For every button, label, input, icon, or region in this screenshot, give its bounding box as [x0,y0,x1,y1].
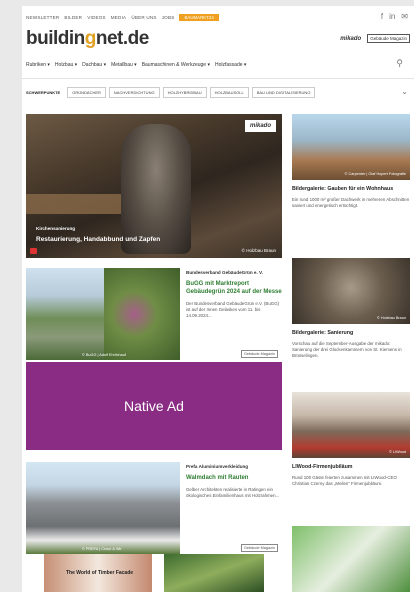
logo-g: g [84,28,97,49]
topbar-link-media[interactable]: MEDIA [111,15,127,20]
topbar-link-ueber-uns[interactable]: ÜBER UNS [131,15,156,20]
nav-divider [22,78,414,79]
article-text-block: Bundesverband GebäudeGrün e. V. BuGG mit… [186,270,282,319]
main-nav: Rubriken ▾ Holzbau ▾ Dachbau ▾ Metallbau… [26,58,410,70]
article-image [26,268,180,360]
article-kicker: Bundesverband GebäudeGrün e. V. [186,270,263,275]
card-title[interactable]: Bildergalerie: Gauben für ein Wohnhaus [292,186,410,193]
native-ad[interactable]: Native Ad [26,362,282,450]
article-credit: © PREFA | Croce & Wir [82,547,122,551]
bottom-teasers: The World of Timber Facade [26,554,282,592]
card-image [292,258,410,324]
mikado-logo[interactable]: mikado [340,36,361,42]
topbar-link-bilder[interactable]: BILDER [64,15,82,20]
card-credit: © Holzbau Braun [377,316,406,320]
card-credit: © LIWood [389,450,406,454]
nav-item-holzbau[interactable]: Holzbau ▾ [55,62,77,68]
pill-label: SCHWERPUNKTE [26,89,61,95]
card-text: Vorschau auf die September-Ausgabe der m… [292,341,402,358]
social-links: f in ✉ [381,12,408,21]
camera-icon [30,248,37,254]
article-title[interactable]: Walmdach mit Rauten [186,474,282,482]
native-ad-label: Native Ad [124,398,184,414]
card-text: Rund 100 Gäste feierten zusammen mit LIW… [292,475,397,486]
gebaeude-magazin-logo: Gebäude Magazin [240,350,278,358]
pill-holzhybridbau[interactable]: HOLZHYBRIDBAU [162,86,207,98]
utility-bar: NEWSLETTER BILDER VIDEOS MEDIA ÜBER UNS … [26,12,410,22]
nav-item-dachbau[interactable]: Dachbau ▾ [82,62,106,68]
hero-image-person [121,124,191,254]
card-title[interactable]: LIWood-Firmenjubiläum [292,464,410,471]
right-card-sanierung[interactable]: © Holzbau Braun Bildergalerie: Sanierung… [292,258,410,359]
hero-article[interactable]: mikado Kirchensanierung Restaurierung, H… [26,114,282,258]
nav-item-holzfassade[interactable]: Holzfassade ▾ [215,62,246,68]
pill-holzbausoll[interactable]: HOLZBAUSOLL [209,86,249,98]
article-image [26,462,180,554]
logo-part1: buildin [26,28,85,49]
topbar-link-jobs[interactable]: JOBS [162,15,175,20]
article-credit: © BuGG | Adolf Ehrlichauf [82,353,126,357]
card-credit: © Carpenter | Olaf Hopert Fotografie [344,172,406,176]
topbar-link-videos[interactable]: VIDEOS [87,15,106,20]
article-text-block: Prefa Aluminiumverkleidung Walmdach mit … [186,464,282,499]
nav-item-baumaschinen[interactable]: Baumaschinen & Werkzeuge ▾ [142,62,210,68]
mail-icon[interactable]: ✉ [401,12,408,21]
baumarkt-badge[interactable]: BAUMARKT24 [179,13,219,21]
pill-gruendaecher[interactable]: GRÜNDÄCHER [67,86,106,98]
topic-pills: SCHWERPUNKTE GRÜNDÄCHER NACHVERDICHTUNG … [26,86,410,98]
hero-title[interactable]: Restaurierung, Handabbund und Zapfen [36,236,160,243]
facebook-icon[interactable]: f [381,12,383,21]
article-bugg[interactable]: © BuGG | Adolf Ehrlichauf Bundesverband … [26,268,282,360]
hero-credit: © Holzbau Braun [241,248,276,253]
linkedin-icon[interactable]: in [389,12,395,21]
article-kicker: Prefa Aluminiumverkleidung [186,464,249,469]
nav-item-rubriken[interactable]: Rubriken ▾ [26,62,50,68]
card-image [292,526,410,592]
timber-facade-teaser[interactable]: The World of Timber Facade [44,554,152,592]
article-prefa[interactable]: © PREFA | Croce & Wir Prefa Aluminiumver… [26,462,282,554]
article-teaser: Gelber Architekten realisierte in Rating… [186,487,280,498]
card-title[interactable]: Bildergalerie: Sanierung [292,330,410,337]
chevron-down-icon[interactable]: ⌄ [401,87,408,96]
nav-item-metallbau[interactable]: Metallbau ▾ [111,62,137,68]
brand-logos: mikado Gebäude Magazin [340,34,410,43]
hero-mikado-badge: mikado [244,120,276,132]
bottom-image-teaser[interactable] [164,554,264,592]
site-logo[interactable]: buildingnet.de [26,28,149,50]
card-text: Ein rund 1000 m² großer Dachwerk in mehr… [292,197,410,208]
gebaeude-magazin-logo[interactable]: Gebäude Magazin [367,34,410,43]
pill-nachverdichtung[interactable]: NACHVERDICHTUNG [108,86,160,98]
card-image [292,114,410,180]
pill-digitalisierung[interactable]: BAU UND DIGITALISIERUNG [251,86,316,98]
card-image [292,392,410,458]
right-card-liwood[interactable]: © LIWood LIWood-Firmenjubiläum Rund 100 … [292,392,410,487]
teaser-title: The World of Timber Facade [66,570,134,576]
logo-part2: net.de [95,28,149,49]
topbar-link-newsletter[interactable]: NEWSLETTER [26,15,59,20]
right-card-gauben[interactable]: © Carpenter | Olaf Hopert Fotografie Bil… [292,114,410,209]
article-title[interactable]: BuGG mit Marktreport Gebäudegrün 2024 au… [186,280,282,296]
right-card-bottom[interactable] [292,526,410,592]
article-teaser: Der Bundesverband GebäudeGrün e.V. (BuGG… [186,301,280,318]
page: NEWSLETTER BILDER VIDEOS MEDIA ÜBER UNS … [22,6,414,592]
hero-kicker: Kirchensanierung [36,226,76,231]
gebaeude-magazin-logo: Gebäude Magazin [240,544,278,552]
search-icon[interactable]: ⚲ [396,58,403,69]
